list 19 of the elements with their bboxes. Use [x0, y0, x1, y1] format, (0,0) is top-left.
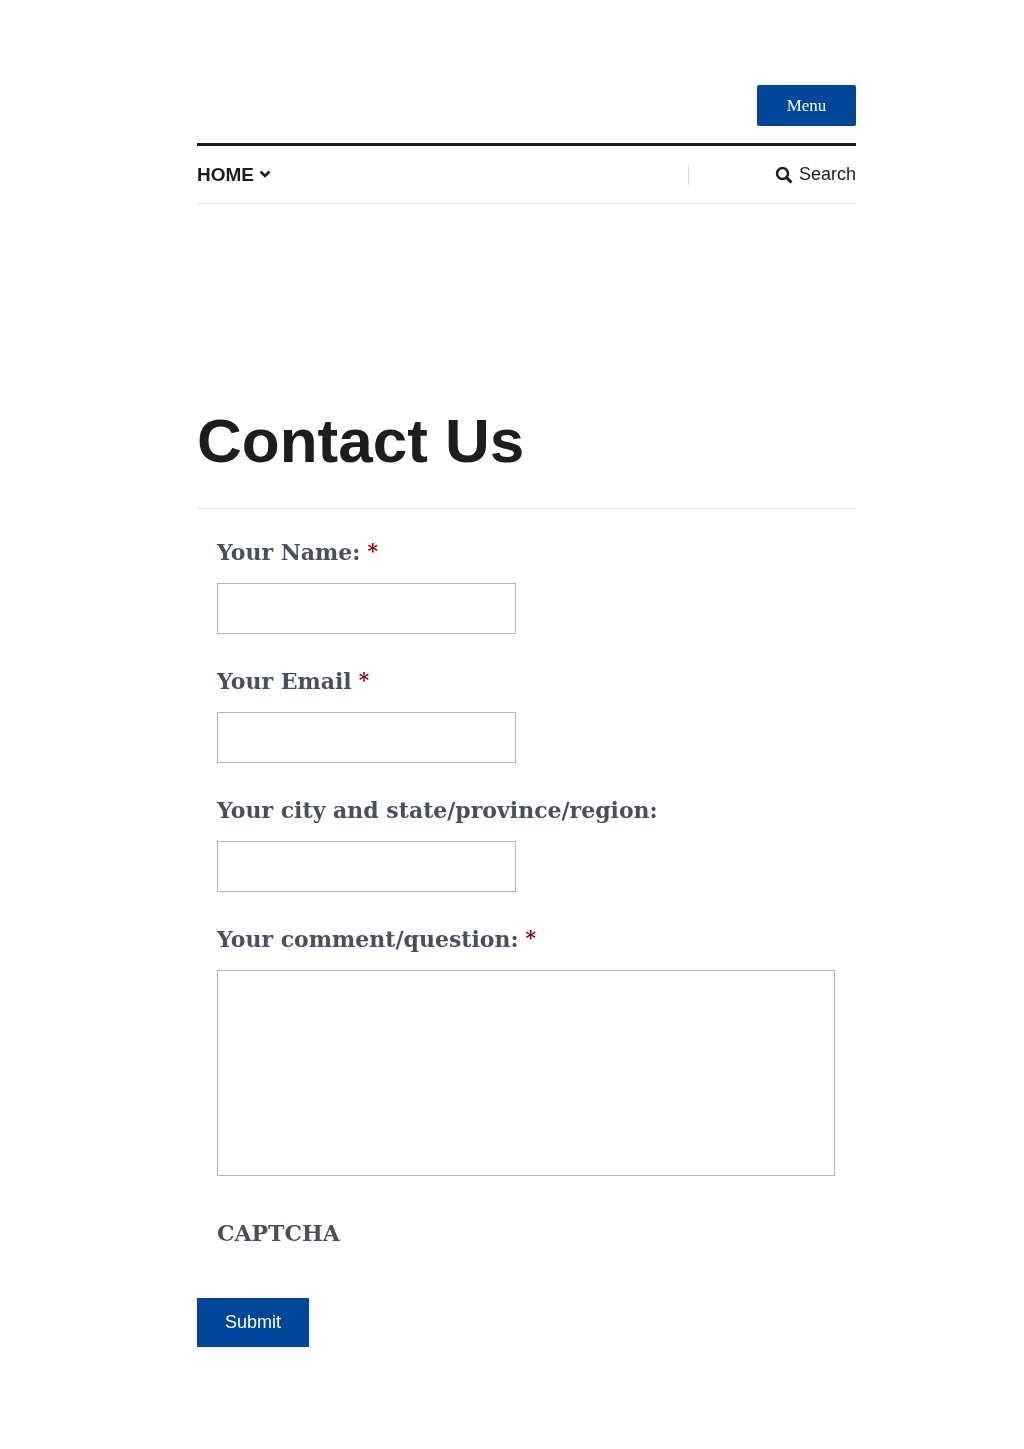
- comment-field[interactable]: [217, 970, 835, 1176]
- required-mark: *: [525, 926, 537, 950]
- input-field[interactable]: [217, 712, 516, 763]
- input-field[interactable]: [217, 583, 516, 634]
- search-link[interactable]: Search: [774, 164, 856, 185]
- field-label: Your comment/question:: [217, 926, 519, 952]
- field-label: Your Name:: [217, 539, 361, 565]
- field-label: Your Email: [217, 668, 352, 694]
- captcha-label: CAPTCHA: [217, 1220, 341, 1246]
- home-link[interactable]: HOME: [197, 163, 271, 186]
- required-mark: *: [358, 668, 370, 692]
- menu-button[interactable]: Menu: [757, 85, 856, 126]
- field-label: Your city and state/province/region:: [217, 797, 658, 823]
- page-title: Contact Us: [197, 410, 856, 509]
- search-icon: [774, 165, 793, 184]
- submit-button[interactable]: Submit: [197, 1298, 309, 1347]
- required-mark: *: [367, 539, 378, 563]
- chevron-down-icon: [259, 170, 271, 179]
- input-field[interactable]: [217, 841, 516, 892]
